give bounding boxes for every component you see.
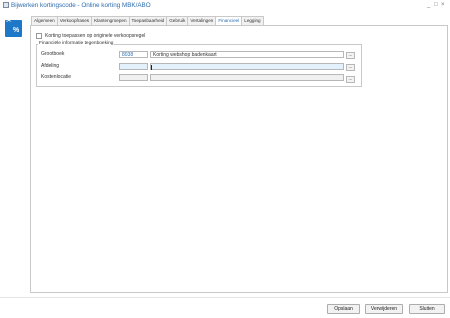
grootboek-code-field[interactable]: 8038 — [119, 51, 148, 58]
grootboek-browse-button[interactable]: ... — [346, 52, 355, 59]
close-window-button[interactable]: × — [441, 1, 445, 10]
tab-klantengroepen[interactable]: Klantengroepen — [91, 16, 130, 25]
tab-algemeen[interactable]: Algemeen — [31, 16, 58, 25]
afdeling-code-field[interactable] — [119, 63, 148, 70]
percent-icon: % — [13, 27, 20, 34]
tab-gebruik[interactable]: Gebruik — [166, 16, 189, 25]
group-title: Financiële informatie tegenboeking — [38, 41, 115, 46]
tab-toepasbaarheid[interactable]: Toepasbaarheid — [128, 16, 168, 25]
kostenlocatie-browse-button[interactable]: ... — [346, 76, 355, 83]
afdeling-description-field[interactable] — [150, 63, 344, 70]
close-button[interactable]: Sluiten — [409, 304, 445, 314]
kostenlocatie-code-field[interactable] — [119, 74, 148, 81]
window-title: Bijwerken kortingscode - Online korting … — [11, 2, 151, 9]
apply-original-checkbox-row[interactable]: Korting toepassen op originele verkoopsr… — [36, 33, 145, 39]
scissors-icon: ✂ — [6, 18, 12, 25]
discount-scissors-icon: ✂ % — [5, 18, 22, 37]
save-button[interactable]: Opslaan — [327, 304, 360, 314]
minimize-button[interactable]: _ — [427, 1, 430, 10]
afdeling-browse-button[interactable]: ... — [346, 64, 355, 71]
maximize-button[interactable]: □ — [434, 1, 438, 10]
tab-legging[interactable]: Legging — [241, 16, 264, 25]
delete-button[interactable]: Verwijderen — [365, 304, 403, 314]
tab-verkoopfrases[interactable]: Verkoopfrases — [56, 16, 93, 25]
grootboek-description-field[interactable]: Korting webshop badenkaart — [150, 51, 344, 58]
kostenlocatie-label: Kostenlocatie — [41, 74, 72, 80]
title-bar: Bijwerken kortingscode - Online korting … — [0, 0, 450, 11]
grootboek-label: Grootboek — [41, 51, 65, 57]
tab-vertalingen[interactable]: Vertalingen — [187, 16, 217, 25]
afdeling-label: Afdeling — [41, 63, 60, 69]
apply-original-checkbox[interactable] — [36, 33, 42, 39]
checkbox-label: Korting toepassen op originele verkoopsr… — [45, 33, 146, 39]
window-icon — [3, 2, 9, 8]
footer-divider — [0, 297, 450, 298]
text-cursor — [151, 65, 152, 70]
tab-bar: Algemeen Verkoopfrases Klantengroepen To… — [31, 16, 264, 26]
kostenlocatie-description-field[interactable] — [150, 74, 344, 81]
